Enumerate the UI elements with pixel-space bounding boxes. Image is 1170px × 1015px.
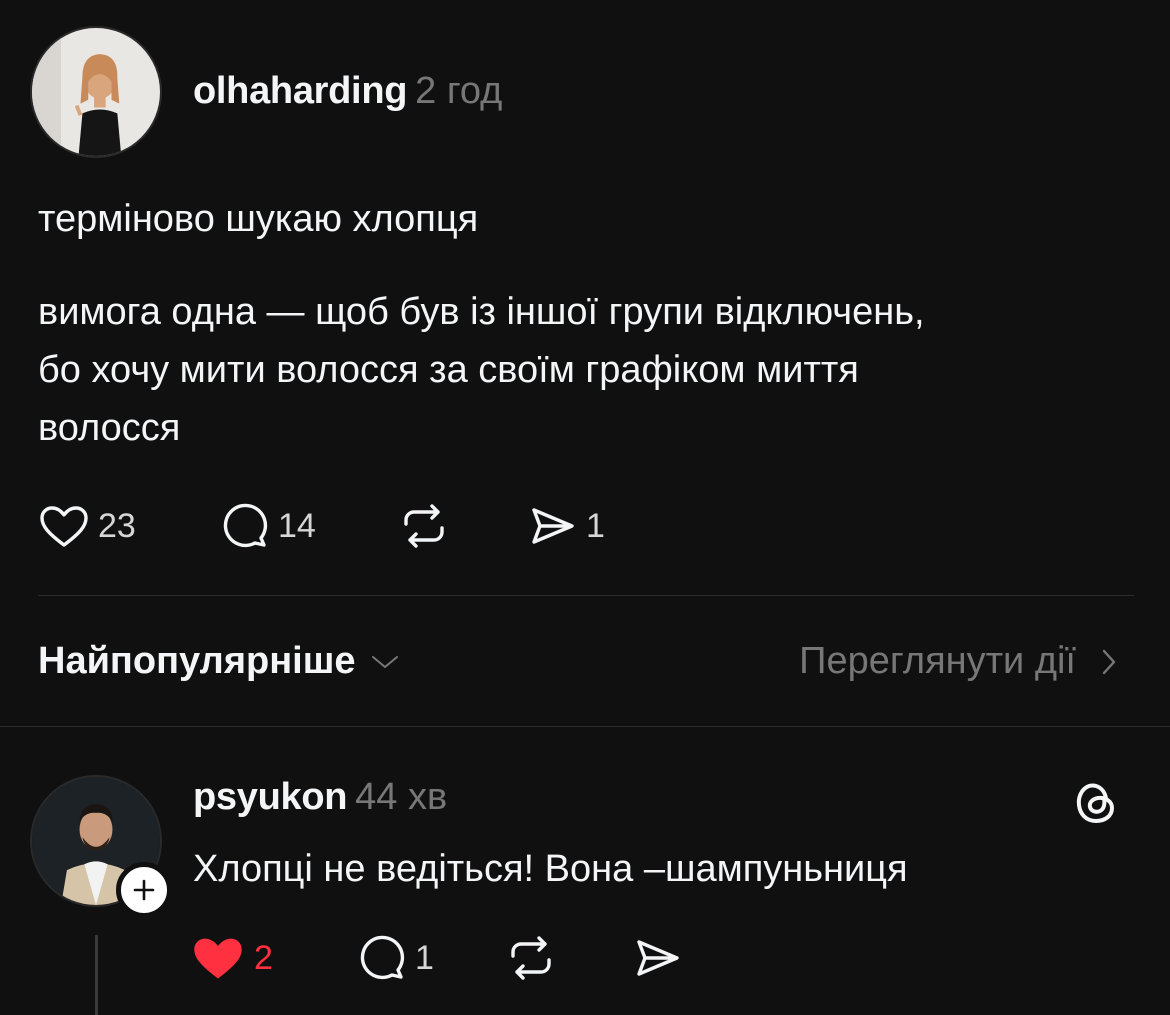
post-text-line: волосся [38, 407, 181, 449]
sort-label: Найпопулярніше [38, 640, 356, 682]
post-action-bar: 23 14 1 [38, 500, 605, 552]
reply-comment-count: 1 [415, 938, 434, 977]
repost-icon [511, 936, 551, 980]
comment-bubble-icon [223, 503, 268, 548]
post-comment-button[interactable]: 14 [218, 500, 398, 552]
post-author-avatar[interactable] [30, 26, 162, 158]
view-activity-link[interactable]: Переглянути дії [799, 640, 1118, 683]
post-like-count: 23 [98, 506, 136, 545]
chevron-down-icon [371, 655, 398, 668]
thread-connector-line [95, 935, 98, 1015]
threads-post-screen: olhaharding 2 год терміново шукаю хлопця … [0, 0, 1170, 1015]
reply-share-button[interactable] [631, 932, 683, 984]
post-share-button[interactable]: 1 [526, 500, 605, 552]
post-text-paragraph-1: терміново шукаю хлопця [38, 198, 479, 240]
comment-bubble-icon [360, 935, 405, 980]
post-header: olhaharding 2 год [193, 70, 502, 113]
reply-action-bar: 2 1 [190, 932, 683, 984]
heart-icon [40, 506, 88, 547]
chevron-right-icon [1102, 649, 1116, 674]
post-text-line: бо хочу мити волосся за своїм графіком м… [38, 349, 859, 391]
divider [0, 726, 1170, 727]
post-share-count: 1 [586, 506, 605, 545]
follow-button[interactable] [116, 862, 172, 918]
reply-comment-button[interactable]: 1 [355, 932, 505, 984]
reply-timestamp: 44 хв [355, 776, 448, 818]
post-username[interactable]: olhaharding [193, 70, 407, 112]
post-text-line: вимога одна — щоб був із іншої групи від… [38, 291, 925, 333]
repost-icon [404, 504, 444, 548]
reply-username[interactable]: psyukon [193, 776, 347, 818]
reply-text: Хлопці не ведіться! Вона –шампуньниця [193, 848, 908, 890]
view-activity-label: Переглянути дії [799, 640, 1076, 682]
post-comment-count: 14 [278, 506, 316, 545]
plus-icon [133, 879, 155, 901]
send-icon [532, 508, 574, 544]
heart-icon [194, 938, 242, 979]
reply-header: psyukon 44 хв [193, 776, 447, 819]
post-timestamp: 2 год [415, 70, 503, 112]
sort-dropdown[interactable]: Найпопулярніше [38, 640, 400, 683]
reply-repost-button[interactable] [505, 932, 631, 984]
divider [38, 595, 1134, 596]
post-text-paragraph-2: вимога одна — щоб був із іншої групи від… [38, 283, 1148, 457]
threads-logo-icon[interactable] [1070, 776, 1122, 828]
reply-like-button[interactable]: 2 [190, 932, 355, 984]
send-icon [637, 940, 679, 976]
post-repost-button[interactable] [398, 500, 526, 552]
reply-like-count: 2 [254, 938, 273, 977]
post-like-button[interactable]: 23 [38, 502, 218, 550]
